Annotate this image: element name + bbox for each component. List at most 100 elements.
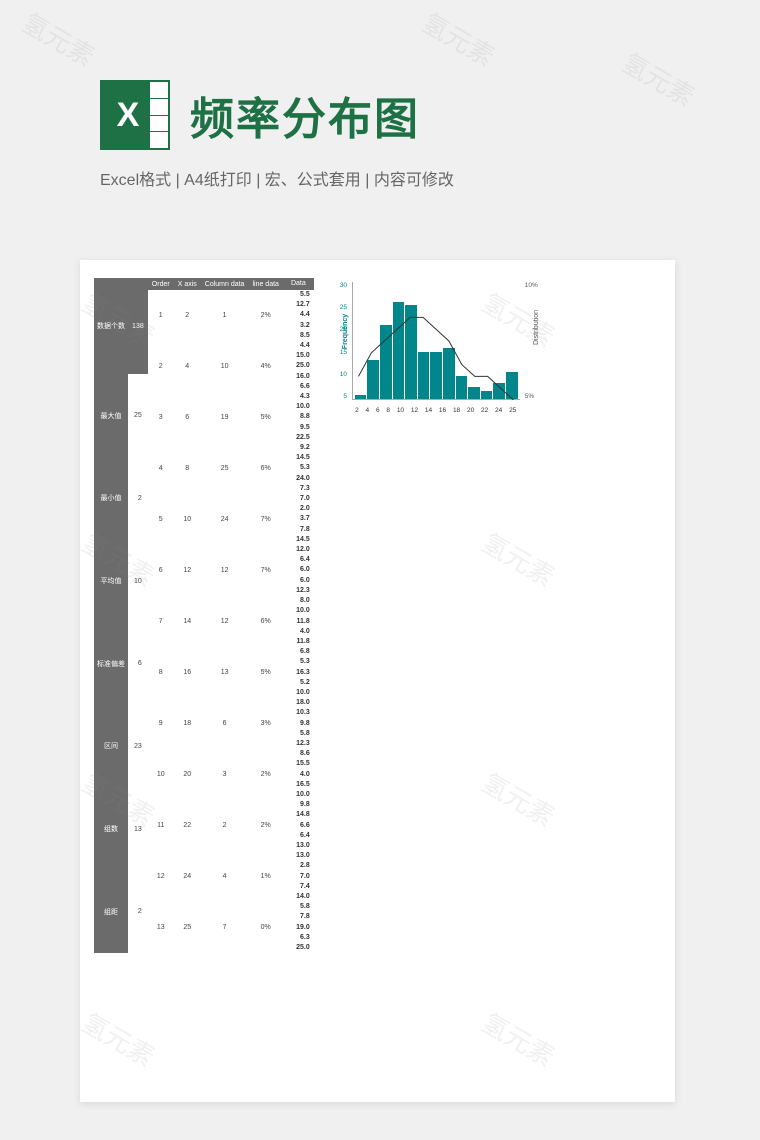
table-row: 1212% bbox=[148, 290, 283, 341]
stats-row-label: 标准偏差 bbox=[94, 622, 128, 705]
data-value: 10.0 bbox=[283, 606, 314, 616]
table-cell: 10 bbox=[148, 749, 174, 800]
table-header: Column data bbox=[201, 278, 249, 290]
table-cell: 2 bbox=[148, 341, 174, 392]
table-cell: 16 bbox=[174, 647, 201, 698]
chart-y-left-tick: 30 bbox=[340, 282, 347, 289]
stats-row-label: 最小值 bbox=[94, 457, 128, 540]
chart-y-right-tick: 10% bbox=[525, 282, 538, 289]
data-value: 22.5 bbox=[283, 433, 314, 443]
table-cell: 12 bbox=[201, 596, 249, 647]
stats-row-label: 组数 bbox=[94, 788, 128, 871]
table-cell: 9 bbox=[148, 698, 174, 749]
data-value: 5.3 bbox=[283, 463, 314, 473]
data-value: 9.5 bbox=[283, 423, 314, 433]
table-cell: 7% bbox=[248, 494, 282, 545]
frequency-chart: Frequency Distribution 30252015105 10%5%… bbox=[330, 278, 550, 418]
data-value: 9.8 bbox=[283, 719, 314, 729]
table-cell: 4 bbox=[201, 851, 249, 902]
data-value: 10.0 bbox=[283, 790, 314, 800]
data-value: 9.8 bbox=[283, 800, 314, 810]
table-cell: 6% bbox=[248, 596, 282, 647]
stats-header-label: 数据个数 bbox=[94, 278, 128, 374]
chart-x-tick: 10 bbox=[397, 407, 404, 414]
chart-y-right-ticks: 10%5% bbox=[525, 282, 538, 400]
data-value: 13.0 bbox=[283, 841, 314, 851]
data-value: 7.0 bbox=[283, 872, 314, 882]
table-cell: 2 bbox=[201, 800, 249, 851]
data-value: 9.2 bbox=[283, 443, 314, 453]
data-value: 6.4 bbox=[283, 831, 314, 841]
table-cell: 24 bbox=[174, 851, 201, 902]
data-value: 25.0 bbox=[283, 943, 314, 953]
table-row: 91863% bbox=[148, 698, 283, 749]
table-cell: 25 bbox=[174, 902, 201, 953]
table-row: 816135% bbox=[148, 647, 283, 698]
table-header: X axis bbox=[174, 278, 201, 290]
table-row: 714126% bbox=[148, 596, 283, 647]
chart-bar bbox=[506, 372, 518, 399]
data-value: 3.7 bbox=[283, 514, 314, 524]
table-cell: 7 bbox=[148, 596, 174, 647]
table-cell: 13 bbox=[148, 902, 174, 953]
data-value: 2.0 bbox=[283, 504, 314, 514]
chart-x-tick: 24 bbox=[495, 407, 502, 414]
stats-row-value: 23 bbox=[128, 705, 148, 788]
chart-bar bbox=[430, 352, 442, 399]
table-cell: 4 bbox=[148, 443, 174, 494]
chart-bar bbox=[493, 383, 505, 399]
data-value: 4.4 bbox=[283, 341, 314, 351]
chart-x-tick: 6 bbox=[376, 407, 380, 414]
table-cell: 4 bbox=[174, 341, 201, 392]
table-cell: 0% bbox=[248, 902, 282, 953]
excel-icon: X bbox=[100, 80, 170, 150]
chart-x-tick: 4 bbox=[366, 407, 370, 414]
data-value: 12.3 bbox=[283, 586, 314, 596]
data-value: 6.3 bbox=[283, 933, 314, 943]
table-cell: 5% bbox=[248, 392, 282, 443]
table-row: 24104% bbox=[148, 341, 283, 392]
chart-bars bbox=[352, 282, 520, 400]
table-cell: 2 bbox=[174, 290, 201, 341]
data-value: 6.6 bbox=[283, 821, 314, 831]
data-value: 13.0 bbox=[283, 851, 314, 861]
table-cell: 22 bbox=[174, 800, 201, 851]
stats-header-value: 138 bbox=[128, 278, 148, 374]
table-cell: 4% bbox=[248, 341, 282, 392]
table-cell: 3% bbox=[248, 698, 282, 749]
chart-x-tick: 2 bbox=[355, 407, 359, 414]
chart-x-tick: 16 bbox=[439, 407, 446, 414]
table-cell: 1 bbox=[148, 290, 174, 341]
table-cell: 3 bbox=[201, 749, 249, 800]
chart-x-tick: 22 bbox=[481, 407, 488, 414]
data-value: 10.3 bbox=[283, 708, 314, 718]
chart-y-left-tick: 25 bbox=[340, 304, 347, 311]
data-value: 4.3 bbox=[283, 392, 314, 402]
table-cell: 10 bbox=[201, 341, 249, 392]
data-value: 14.0 bbox=[283, 892, 314, 902]
table-cell: 1% bbox=[248, 851, 282, 902]
data-value: 15.5 bbox=[283, 759, 314, 769]
header: X 频率分布图 Excel格式 | A4纸打印 | 宏、公式套用 | 内容可修改 bbox=[0, 0, 760, 190]
stats-row-value: 25 bbox=[128, 374, 148, 457]
data-value: 5.8 bbox=[283, 902, 314, 912]
stats-table: 数据个数 138 最大值25最小值2平均值10标准偏差6区间23组数13组距2 bbox=[94, 278, 148, 953]
table-cell: 11 bbox=[148, 800, 174, 851]
stats-row-value: 13 bbox=[128, 788, 148, 871]
table-row: 112222% bbox=[148, 800, 283, 851]
chart-x-ticks: 2468101214161820222425 bbox=[352, 407, 520, 414]
data-value: 5.5 bbox=[283, 290, 314, 300]
chart-bar bbox=[393, 302, 405, 400]
data-value: 19.0 bbox=[283, 923, 314, 933]
data-value: 8.8 bbox=[283, 412, 314, 422]
chart-x-tick: 12 bbox=[411, 407, 418, 414]
chart-x-tick: 20 bbox=[467, 407, 474, 414]
table-cell: 14 bbox=[174, 596, 201, 647]
table-header: Order bbox=[148, 278, 174, 290]
table-cell: 12 bbox=[201, 545, 249, 596]
chart-x-tick: 18 bbox=[453, 407, 460, 414]
table-row: 36195% bbox=[148, 392, 283, 443]
table-row: 510247% bbox=[148, 494, 283, 545]
table-cell: 6 bbox=[201, 698, 249, 749]
data-value: 2.8 bbox=[283, 861, 314, 871]
